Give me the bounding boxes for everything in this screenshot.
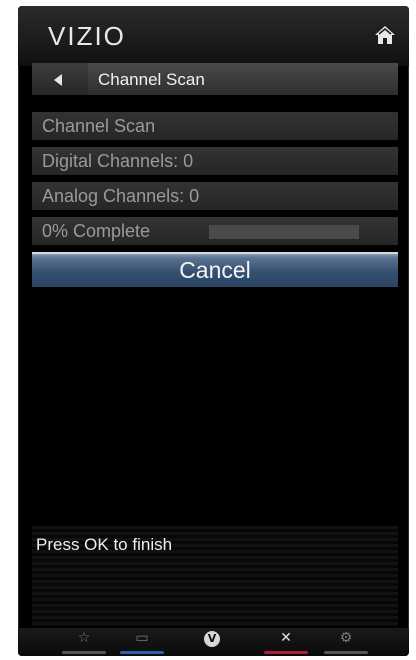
nav-underline xyxy=(264,651,308,654)
hint-text: Press OK to finish xyxy=(36,535,173,554)
back-button[interactable] xyxy=(32,63,88,95)
top-bar: VIZIO xyxy=(18,6,409,66)
gear-nav-button[interactable]: ⚙ xyxy=(322,628,370,656)
bottom-nav-bar: ☆ ▭ V ✕ ⚙ xyxy=(18,628,409,656)
screen-nav-button[interactable]: ▭ xyxy=(118,628,166,656)
nav-underline xyxy=(324,651,368,654)
hint-panel: Press OK to finish xyxy=(32,526,398,626)
screen-icon: ▭ xyxy=(135,630,149,646)
vizio-v-icon: V xyxy=(204,631,220,647)
menu-title-bar: Channel Scan xyxy=(32,63,398,95)
cancel-button[interactable]: Cancel xyxy=(32,252,398,287)
progress-row: 0% Complete xyxy=(32,217,398,245)
nav-underline xyxy=(62,651,106,654)
digital-channels-row: Digital Channels: 0 xyxy=(32,147,398,175)
star-nav-button[interactable]: ☆ xyxy=(60,628,108,656)
home-icon[interactable] xyxy=(373,24,397,46)
close-icon: ✕ xyxy=(280,630,292,646)
vizio-v-nav-button[interactable]: V xyxy=(188,628,236,656)
close-nav-button[interactable]: ✕ xyxy=(262,628,310,656)
back-arrow-icon xyxy=(54,74,62,86)
tv-menu-panel: VIZIO Channel Scan Channel Scan Digital … xyxy=(18,6,409,656)
gear-icon: ⚙ xyxy=(339,630,353,646)
menu-title: Channel Scan xyxy=(98,70,205,89)
progress-bar xyxy=(209,225,359,239)
star-icon: ☆ xyxy=(77,630,91,646)
vizio-logo: VIZIO xyxy=(48,21,126,51)
scan-heading-row: Channel Scan xyxy=(32,112,398,140)
nav-underline xyxy=(120,651,164,654)
analog-channels-row: Analog Channels: 0 xyxy=(32,182,398,210)
progress-label: 0% Complete xyxy=(42,221,151,241)
